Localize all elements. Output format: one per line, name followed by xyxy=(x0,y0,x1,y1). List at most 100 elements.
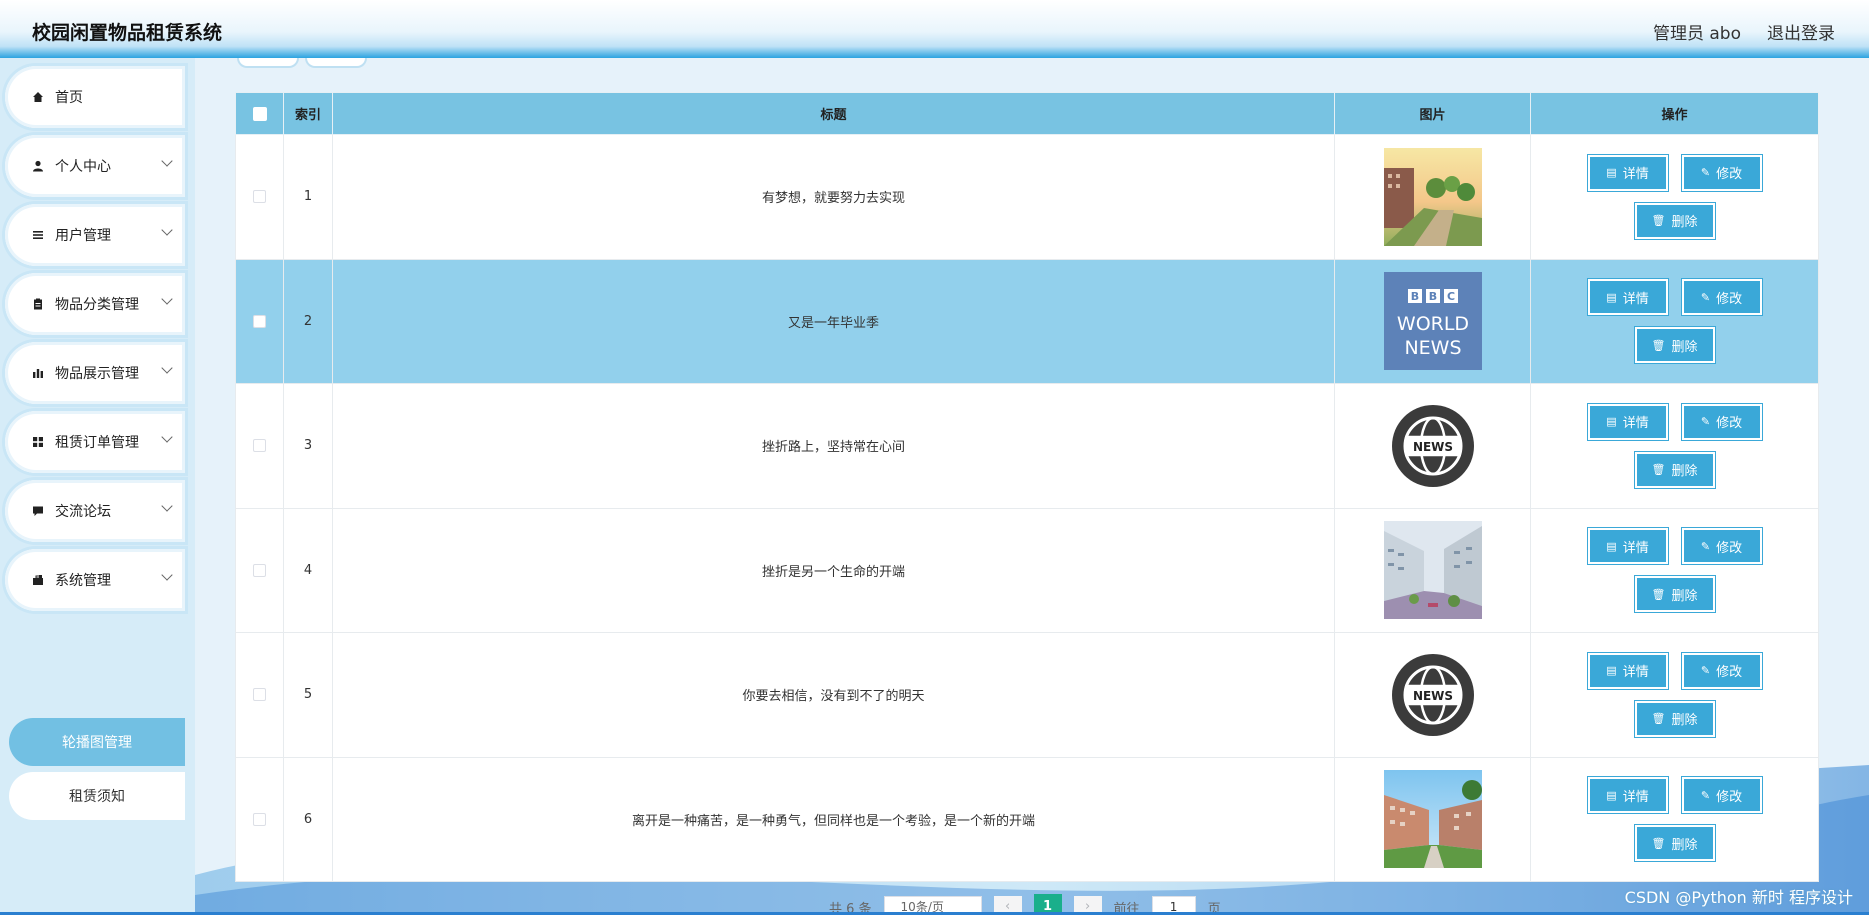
row-title: 离开是一种痛苦，是一种勇气，但同样也是一个考验，是一个新的开端 xyxy=(332,756,1335,882)
table-row: 2 又是一年毕业季 B B C WORLD NEWS ▤ 详情 ✎ 修改 🗑 删除 xyxy=(235,258,1819,384)
document-icon: ▤ xyxy=(1606,664,1617,678)
briefcase-icon xyxy=(31,573,45,587)
svg-text:NEWS: NEWS xyxy=(1412,440,1452,454)
chevron-down-icon xyxy=(161,155,173,167)
table-row: 3 挫折路上，坚持常在心间 NEWS ▤ 详情 ✎ 修改 🗑 删除 xyxy=(235,383,1819,509)
sidebar-item-label: 物品分类管理 xyxy=(55,297,139,313)
sidebar-item-forum[interactable]: 交流论坛 xyxy=(5,480,185,542)
carousel-image xyxy=(1383,147,1482,246)
pencil-icon: ✎ xyxy=(1700,166,1711,180)
delete-button-label: 删除 xyxy=(1671,339,1698,355)
sidebar-item-user-management[interactable]: 用户管理 xyxy=(5,204,185,266)
row-image-cell xyxy=(1334,507,1531,633)
delete-button[interactable]: 🗑 删除 xyxy=(1633,450,1716,489)
trash-icon: 🗑 xyxy=(1651,587,1666,601)
detail-button-label: 详情 xyxy=(1622,665,1649,681)
row-image-cell xyxy=(1334,756,1531,882)
delete-button[interactable]: 🗑 删除 xyxy=(1633,699,1716,738)
delete-button[interactable]: 🗑 删除 xyxy=(1633,201,1716,240)
row-select-cell xyxy=(235,134,284,260)
detail-button[interactable]: ▤ 详情 xyxy=(1586,278,1669,317)
row-checkbox[interactable] xyxy=(253,563,266,577)
edit-button[interactable]: ✎ 修改 xyxy=(1680,402,1763,441)
main-content: 索引 标题 图片 操作 1 有梦想，就要努力去实现 ▤ 详情 ✎ 修改 🗑 删除 2 … xyxy=(195,52,1869,915)
sidebar-item-system-management[interactable]: 系统管理 xyxy=(5,549,185,611)
row-title: 挫折是另一个生命的开端 xyxy=(332,507,1335,633)
row-checkbox[interactable] xyxy=(253,812,266,826)
column-header-index: 索引 xyxy=(283,92,333,135)
select-all-checkbox[interactable] xyxy=(252,106,267,121)
sidebar-subitem-rental-notice[interactable]: 租赁须知 xyxy=(9,772,185,820)
edit-button-label: 修改 xyxy=(1716,167,1743,183)
detail-button-label: 详情 xyxy=(1622,789,1649,805)
detail-button[interactable]: ▤ 详情 xyxy=(1586,651,1669,690)
home-icon xyxy=(31,90,45,104)
pencil-icon: ✎ xyxy=(1700,290,1711,304)
delete-button-label: 删除 xyxy=(1671,464,1698,480)
edit-button[interactable]: ✎ 修改 xyxy=(1680,153,1763,192)
edit-button-label: 修改 xyxy=(1716,665,1743,681)
sidebar-item-category-management[interactable]: 物品分类管理 xyxy=(5,273,185,335)
column-header-image: 图片 xyxy=(1334,92,1531,135)
document-icon: ▤ xyxy=(1606,290,1617,304)
sidebar-item-home[interactable]: 首页 xyxy=(5,66,185,128)
pencil-icon: ✎ xyxy=(1700,415,1711,429)
delete-button-label: 删除 xyxy=(1671,588,1698,604)
carousel-image: NEWS xyxy=(1384,646,1482,744)
carousel-image xyxy=(1383,521,1482,620)
row-index: 5 xyxy=(283,632,333,758)
pencil-icon: ✎ xyxy=(1700,539,1711,553)
sidebar-menu: 首页 个人中心 用户管理 物品分类管理 物品展示管理 租赁订单管理 交流论坛 系… xyxy=(0,58,195,915)
row-actions-cell: ▤ 详情 ✎ 修改 🗑 删除 xyxy=(1530,507,1819,633)
trash-icon: 🗑 xyxy=(1651,338,1666,352)
document-icon: ▤ xyxy=(1606,539,1617,553)
carousel-table: 索引 标题 图片 操作 1 有梦想，就要努力去实现 ▤ 详情 ✎ 修改 🗑 删除 2 … xyxy=(235,92,1819,882)
sidebar-subitem-carousel-management[interactable]: 轮播图管理 xyxy=(9,718,185,766)
svg-text:NEWS: NEWS xyxy=(1412,689,1452,703)
column-header-title: 标题 xyxy=(332,92,1335,135)
document-icon: ▤ xyxy=(1606,415,1617,429)
row-checkbox[interactable] xyxy=(253,439,266,453)
header-actions: 管理员 abo 退出登录 xyxy=(1653,19,1835,44)
row-image-cell: B B C WORLD NEWS xyxy=(1334,258,1531,384)
watermark-text: CSDN @Python 新时 程序设计 xyxy=(1624,888,1853,907)
trash-icon: 🗑 xyxy=(1651,463,1666,477)
row-checkbox[interactable] xyxy=(253,688,266,702)
sidebar-subitem-label: 轮播图管理 xyxy=(62,735,132,751)
chevron-down-icon xyxy=(161,431,173,443)
detail-button-label: 详情 xyxy=(1622,291,1649,307)
sidebar-item-personal-center[interactable]: 个人中心 xyxy=(5,135,185,197)
row-checkbox[interactable] xyxy=(253,190,266,204)
row-actions-cell: ▤ 详情 ✎ 修改 🗑 删除 xyxy=(1530,632,1819,758)
edit-button-label: 修改 xyxy=(1716,291,1743,307)
row-checkbox[interactable] xyxy=(253,314,266,328)
chevron-down-icon xyxy=(161,362,173,374)
table-row: 4 挫折是另一个生命的开端 ▤ 详情 ✎ 修改 🗑 删除 xyxy=(235,507,1819,633)
delete-button[interactable]: 🗑 删除 xyxy=(1633,575,1716,614)
sidebar-item-display-management[interactable]: 物品展示管理 xyxy=(5,342,185,404)
row-index: 3 xyxy=(283,383,333,509)
sidebar-item-order-management[interactable]: 租赁订单管理 xyxy=(5,411,185,473)
detail-button[interactable]: ▤ 详情 xyxy=(1586,776,1669,815)
row-title: 有梦想，就要努力去实现 xyxy=(332,134,1335,260)
logout-link[interactable]: 退出登录 xyxy=(1767,19,1835,44)
row-actions-cell: ▤ 详情 ✎ 修改 🗑 删除 xyxy=(1530,383,1819,509)
delete-button[interactable]: 🗑 删除 xyxy=(1633,326,1716,365)
row-image-cell xyxy=(1334,134,1531,260)
detail-button-label: 详情 xyxy=(1622,167,1649,183)
detail-button[interactable]: ▤ 详情 xyxy=(1586,153,1669,192)
detail-button[interactable]: ▤ 详情 xyxy=(1586,527,1669,566)
sidebar-subitem-label: 租赁须知 xyxy=(69,789,125,805)
row-index: 6 xyxy=(283,756,333,882)
detail-button[interactable]: ▤ 详情 xyxy=(1586,402,1669,441)
row-image-cell: NEWS xyxy=(1334,632,1531,758)
edit-button[interactable]: ✎ 修改 xyxy=(1680,278,1763,317)
svg-text:C: C xyxy=(1446,290,1454,303)
edit-button[interactable]: ✎ 修改 xyxy=(1680,776,1763,815)
edit-button[interactable]: ✎ 修改 xyxy=(1680,527,1763,566)
delete-button[interactable]: 🗑 删除 xyxy=(1633,824,1716,863)
edit-button-label: 修改 xyxy=(1716,416,1743,432)
row-index: 4 xyxy=(283,507,333,633)
row-select-cell xyxy=(235,507,284,633)
edit-button[interactable]: ✎ 修改 xyxy=(1680,651,1763,690)
